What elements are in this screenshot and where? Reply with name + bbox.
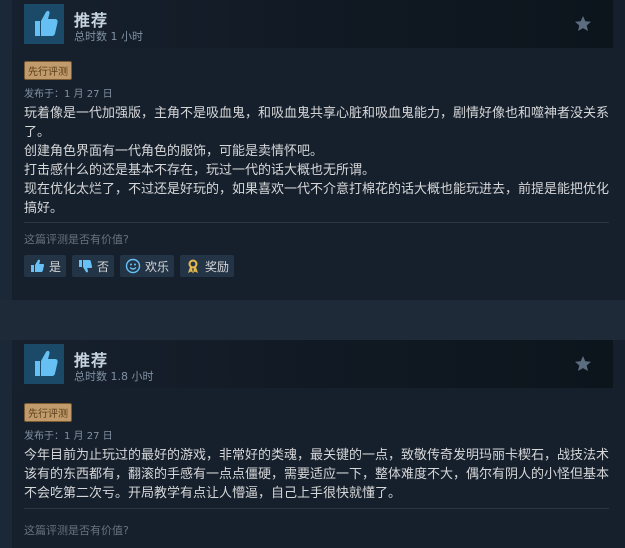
review-text-line: 现在优化太烂了，不过还是好玩的，如果喜欢一代不介意打棉花的话大概也能玩进去，前提… — [24, 182, 610, 216]
helpful-question: 这篇评测是否有价值? — [24, 524, 129, 537]
vote-funny-button[interactable]: 欢乐 — [120, 255, 175, 277]
review-header: 推荐 总时数 1.8 小时 — [12, 340, 613, 388]
divider — [24, 222, 609, 223]
thumbs-down-icon — [77, 258, 93, 274]
review-text-line: 创建角色界面有一代角色的服饰，可能是卖情怀吧。 — [24, 144, 324, 159]
review-separator — [0, 300, 625, 340]
vote-controls: 是 否 欢乐 奖励 — [24, 255, 235, 277]
review-body: 今年目前为止玩过的最好的游戏，非常好的类魂，最关键的一点，致敬传奇发明玛丽卡楔石… — [24, 446, 609, 503]
thumbs-up-icon — [24, 344, 64, 384]
posted-date: 发布于：1 月 27 日 — [24, 431, 113, 442]
star-icon[interactable] — [573, 14, 593, 34]
helpful-question: 这篇评测是否有价值? — [24, 233, 129, 246]
divider — [24, 508, 609, 509]
early-access-tag: 先行评测 — [24, 403, 72, 422]
thumbs-up-icon — [24, 4, 64, 44]
star-icon[interactable] — [573, 354, 593, 374]
playtime-hours: 总时数 1.8 小时 — [74, 370, 154, 383]
review-header: 推荐 总时数 1 小时 — [12, 0, 613, 48]
smiley-icon — [125, 258, 141, 274]
vote-yes-label: 是 — [49, 259, 62, 274]
early-access-tag: 先行评测 — [24, 61, 72, 80]
review-text-line: 今年目前为止玩过的最好的游戏，非常好的类魂，最关键的一点，致敬传奇发明玛丽卡楔石… — [24, 448, 610, 501]
review-card: 推荐 总时数 1 小时 先行评测 发布于：1 月 27 日 玩着像是一代加强版，… — [12, 0, 625, 300]
playtime-hours: 总时数 1 小时 — [74, 30, 143, 43]
review-card: 推荐 总时数 1.8 小时 先行评测 发布于：1 月 27 日 今年目前为止玩过… — [12, 340, 625, 548]
review-text-line: 打击感什么的还是基本不存在，玩过一代的话大概也无所谓。 — [24, 163, 376, 178]
vote-funny-label: 欢乐 — [145, 259, 170, 274]
vote-yes-button[interactable]: 是 — [24, 255, 67, 277]
review-text-line: 玩着像是一代加强版，主角不是吸血鬼，和吸血鬼共享心脏和吸血鬼能力，剧情好像也和噬… — [24, 106, 610, 140]
review-body: 玩着像是一代加强版，主角不是吸血鬼，和吸血鬼共享心脏和吸血鬼能力，剧情好像也和噬… — [24, 104, 609, 218]
award-label: 奖励 — [205, 259, 230, 274]
vote-no-label: 否 — [97, 259, 110, 274]
vote-no-button[interactable]: 否 — [72, 255, 115, 277]
thumbs-up-icon — [29, 258, 45, 274]
award-button[interactable]: 奖励 — [180, 255, 235, 277]
posted-date: 发布于：1 月 27 日 — [24, 89, 113, 100]
award-ribbon-icon — [185, 258, 201, 274]
